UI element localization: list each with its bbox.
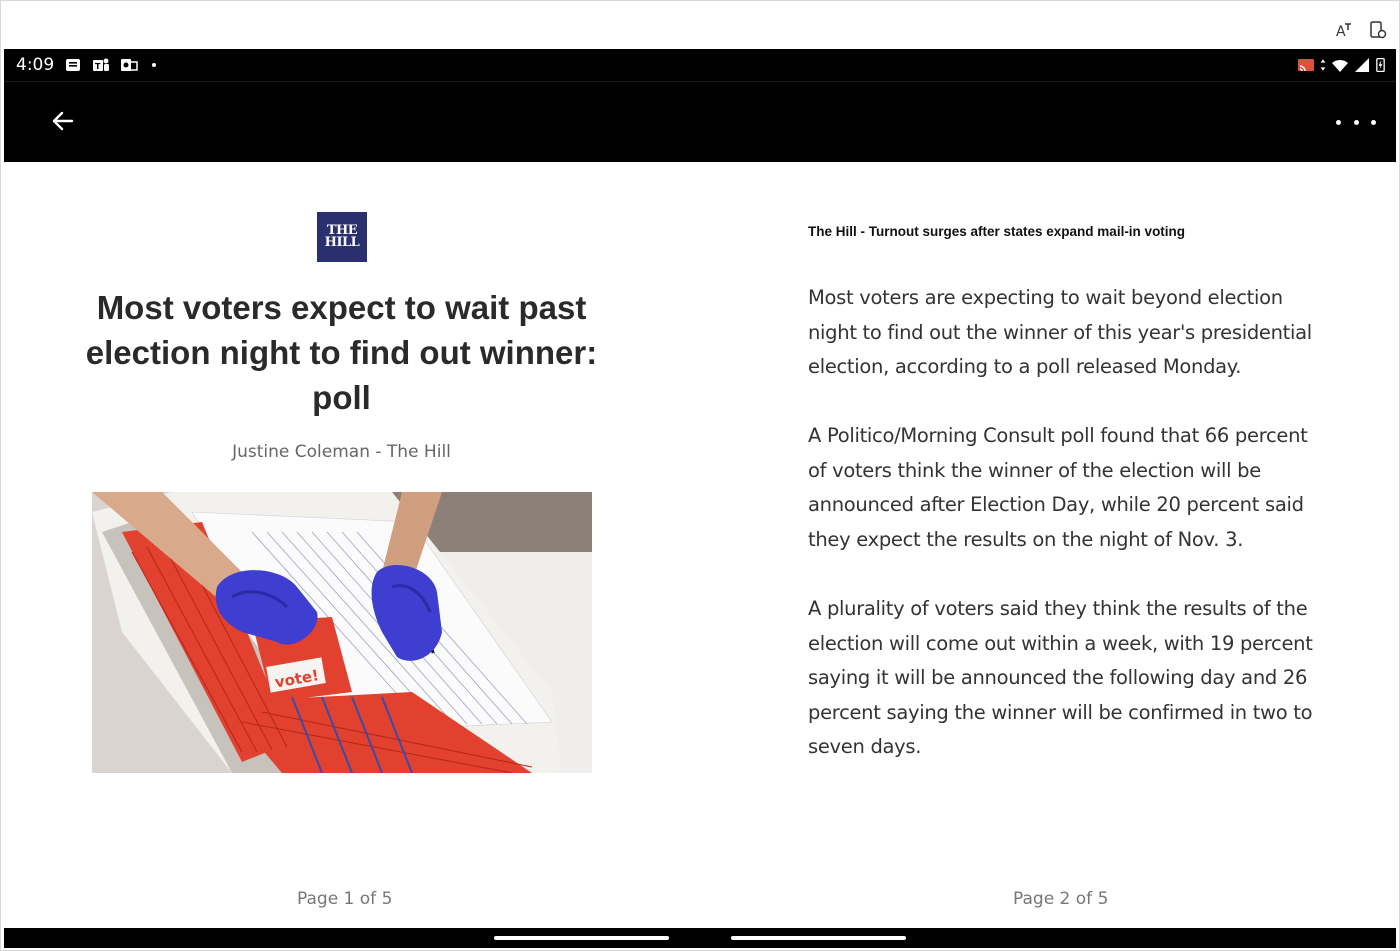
navigation-bar	[4, 928, 1396, 948]
wifi-icon	[1332, 59, 1348, 72]
data-arrows-icon	[1320, 59, 1326, 71]
article-kicker: The Hill - Turnout surges after states e…	[808, 224, 1186, 239]
battery-icon	[1376, 57, 1385, 73]
text-resize-icon[interactable]: A	[1334, 20, 1354, 40]
svg-text:T: T	[95, 62, 101, 71]
reader-page-1: THE HILL Most voters expect to wait past…	[4, 163, 676, 928]
logo-line-2: HILL	[324, 235, 360, 250]
article-headline: Most voters expect to wait past election…	[85, 289, 598, 416]
app-bar	[4, 81, 1396, 162]
body-paragraph: A plurality of voters said they think th…	[808, 597, 1313, 759]
system-status-icons	[1297, 56, 1386, 74]
outlook-icon	[121, 59, 138, 71]
more-horizontal-icon	[1336, 119, 1341, 125]
more-options-button[interactable]	[1336, 108, 1376, 136]
gesture-handle-left[interactable]	[494, 936, 669, 940]
cast-icon	[1298, 59, 1314, 72]
ballot-sorting-illustration: vote!	[92, 492, 592, 773]
news-notification-icon	[66, 59, 80, 71]
teams-icon: T	[93, 58, 109, 71]
status-bar: 4:09 T	[4, 49, 1396, 81]
status-time: 4:09	[16, 55, 55, 75]
more-notifications-dot	[152, 63, 156, 67]
body-paragraph: Most voters are expecting to wait beyond…	[808, 286, 1312, 379]
arrow-left-icon[interactable]	[48, 106, 78, 136]
gesture-handle-right[interactable]	[731, 936, 906, 940]
notification-icons: T	[64, 56, 156, 74]
article-byline: Justine Coleman - The Hill	[232, 442, 451, 462]
body-paragraph: A Politico/Morning Consult poll found th…	[808, 424, 1308, 551]
window-strip: A	[4, 4, 1396, 49]
page-number: Page 1 of 5	[297, 889, 393, 909]
device-settings-icon[interactable]	[1368, 20, 1388, 40]
svg-text:A: A	[1336, 24, 1346, 40]
publisher-logo: THE HILL	[317, 212, 367, 262]
article-hero-image[interactable]: vote!	[92, 492, 592, 773]
signal-icon	[1355, 58, 1369, 72]
reader-page-2: The Hill - Turnout surges after states e…	[700, 163, 1396, 928]
page-number: Page 2 of 5	[1013, 889, 1109, 909]
